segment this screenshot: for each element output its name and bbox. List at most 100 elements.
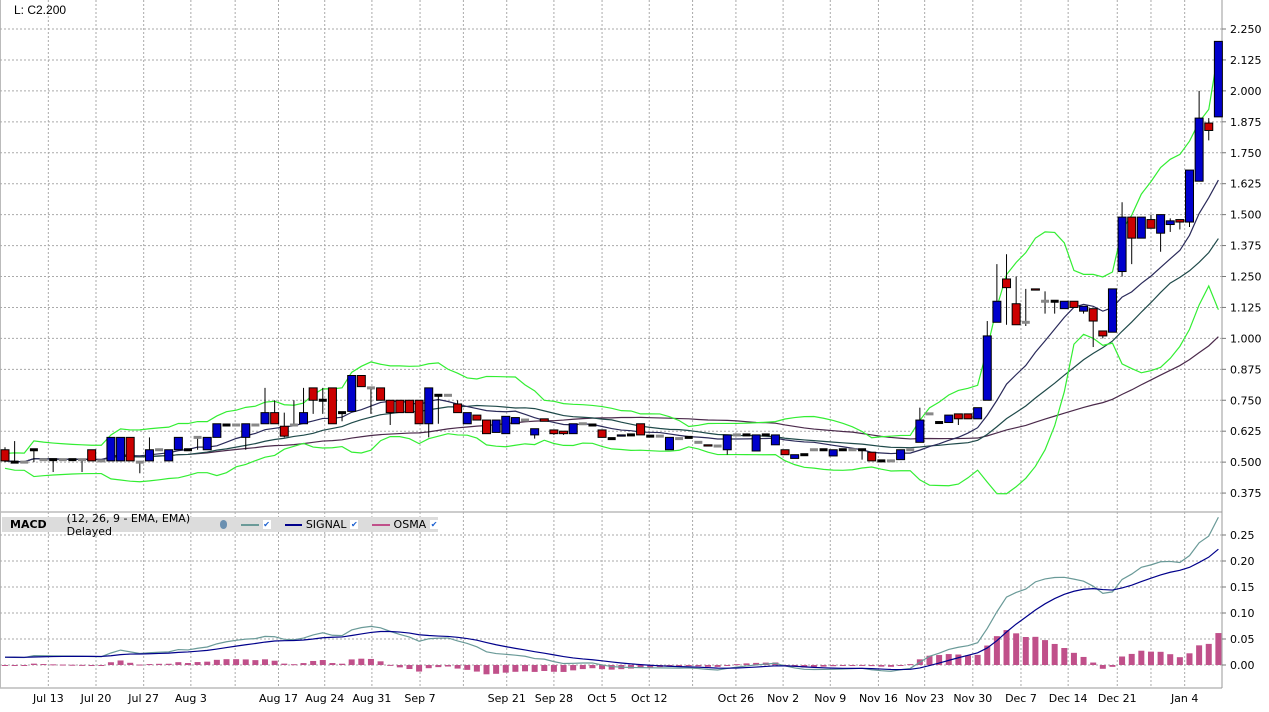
osma-bar (502, 665, 509, 673)
moving-average-slow (4, 336, 1219, 463)
candle-doji (925, 412, 934, 416)
osma-bar (878, 665, 885, 667)
candle-doji (29, 448, 38, 452)
candle (68, 458, 77, 462)
date-tick-label: Dec 14 (1049, 692, 1088, 705)
candle-up (1079, 305, 1089, 312)
osma-bar (233, 659, 240, 665)
candle-up (1184, 169, 1194, 223)
signal-label: SIGNAL (305, 518, 347, 531)
candle-up (915, 419, 925, 443)
chart-canvas[interactable]: 2.250 2.125 2.000 1.875 1.750 1.625 1.500 1.375… (0, 0, 1269, 712)
candle (675, 437, 684, 441)
bollinger-upper (4, 50, 1219, 455)
macd-tick-label: 0.20 (1230, 555, 1255, 568)
candle-doji (838, 448, 847, 452)
candle (270, 400, 280, 425)
candle (308, 387, 318, 414)
candle-doji (626, 433, 635, 437)
price-tick-label: 0.625 (1230, 425, 1262, 438)
candle-down (404, 399, 414, 414)
candle-up (751, 434, 761, 452)
candle-up (241, 423, 251, 438)
osma-checkbox[interactable]: ✔ (430, 520, 438, 529)
candle-down (395, 399, 405, 414)
candle (973, 407, 983, 420)
candle-down (1146, 219, 1156, 229)
osma-bar (387, 664, 394, 666)
candle (260, 387, 270, 425)
candle-up (530, 428, 540, 436)
macd-tick-label: 0.25 (1230, 529, 1255, 542)
candle (636, 423, 646, 436)
osma-bar (1003, 630, 1010, 665)
osma-bar (406, 665, 413, 670)
osma-bar (11, 665, 18, 666)
candle-up (1059, 300, 1069, 310)
macd-tick-label: 0.10 (1230, 607, 1255, 620)
candle-down (867, 451, 877, 462)
candle (521, 418, 530, 422)
candle-doji (232, 423, 241, 427)
price-tick-label: 1.000 (1230, 332, 1262, 345)
candle-up (973, 407, 983, 420)
macd-checkbox[interactable]: ✔ (262, 520, 271, 529)
osma-bar (262, 659, 269, 665)
candle-down (703, 444, 713, 447)
osma-bar (358, 658, 365, 665)
candle (597, 429, 607, 438)
candle-doji (732, 433, 741, 437)
candle (549, 429, 559, 435)
osma-bar (907, 664, 914, 666)
date-tick-label: Nov 9 (814, 692, 846, 705)
osma-bar (1090, 662, 1097, 665)
candle (106, 436, 116, 462)
candle-up (664, 436, 674, 451)
osma-bar (281, 663, 288, 665)
candle-down (0, 449, 10, 462)
osma-bar (512, 665, 519, 672)
candle (982, 321, 992, 401)
globe-icon[interactable] (219, 520, 228, 529)
candle (1030, 288, 1040, 291)
signal-checkbox[interactable]: ✔ (350, 520, 359, 529)
candle-down (327, 387, 337, 425)
candle (626, 433, 635, 437)
osma-bar (377, 661, 384, 665)
osma-bar (1099, 665, 1106, 669)
candle-up (212, 423, 222, 438)
candle (944, 414, 954, 424)
osma-bar (493, 665, 500, 674)
osma-bar (579, 665, 586, 670)
candle (453, 400, 463, 414)
candle-up (202, 436, 212, 451)
candle (646, 434, 655, 438)
candle (722, 434, 732, 455)
candle (578, 422, 587, 426)
macd-legend-title: MACD (10, 518, 47, 531)
osma-bar (329, 663, 336, 665)
osma-bar (30, 663, 37, 665)
candle-down (636, 423, 646, 436)
candle (1088, 308, 1098, 348)
candle-doji (588, 423, 597, 427)
candle-down (1098, 330, 1108, 337)
osma-bar (252, 660, 259, 665)
osma-bar (127, 662, 134, 665)
candle (1107, 288, 1117, 333)
date-tick-label: Sep 28 (535, 692, 573, 705)
candle (49, 458, 58, 473)
candle (279, 412, 289, 438)
osma-bar (156, 663, 163, 665)
candle-doji (607, 437, 616, 441)
osma-bar (464, 665, 471, 670)
osma-bar (223, 659, 230, 665)
candle-doji (848, 448, 857, 452)
osma-bar (839, 665, 846, 666)
candle-doji (366, 386, 375, 390)
candle (915, 407, 925, 443)
candle (963, 413, 973, 420)
candle-down (539, 418, 549, 422)
candle-down (1175, 219, 1185, 223)
date-tick-label: Nov 2 (767, 692, 799, 705)
